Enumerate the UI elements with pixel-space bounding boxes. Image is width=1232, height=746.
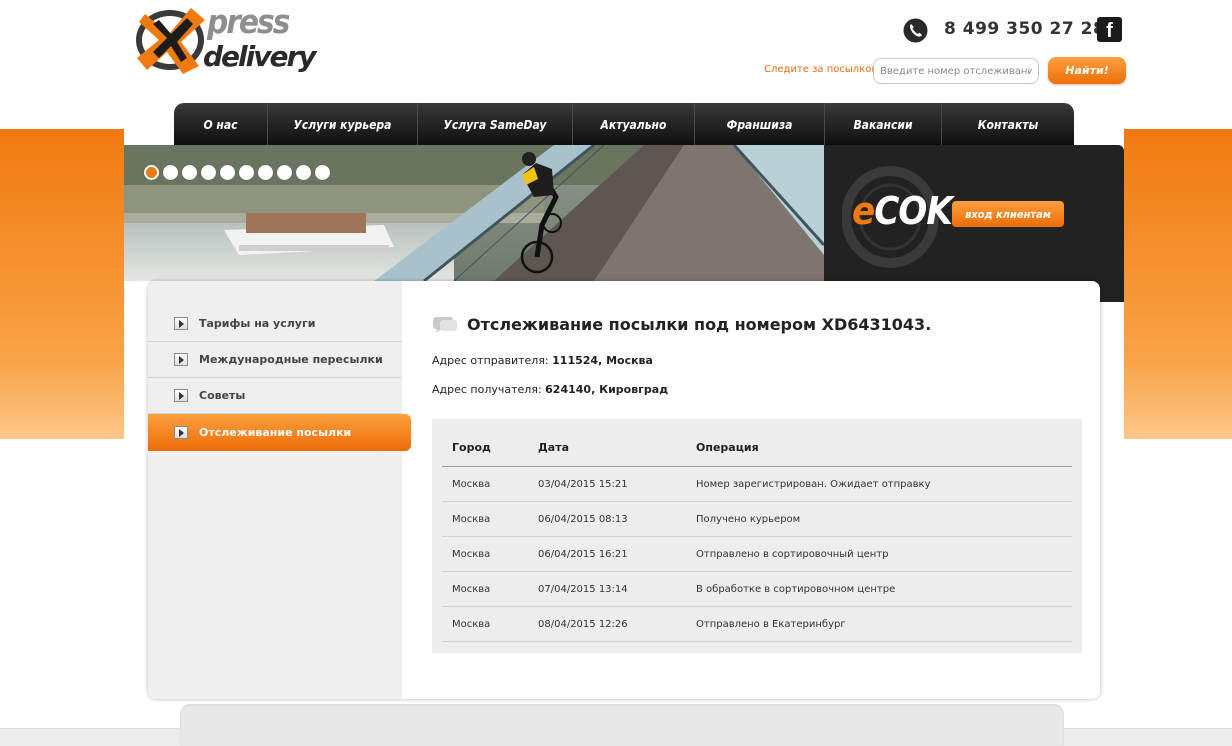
cell-operation: Отправлено в сортировочный центр xyxy=(696,548,889,560)
ecok-logo-rest: COK xyxy=(874,189,953,233)
slider-dot[interactable] xyxy=(277,165,292,180)
arrow-right-icon xyxy=(174,389,188,402)
table-header-row: Город Дата Операция xyxy=(442,429,1072,467)
slider-dot[interactable] xyxy=(201,165,216,180)
sidebar-item-international[interactable]: Международные пересылки xyxy=(148,342,402,378)
slider-dot[interactable] xyxy=(144,165,159,180)
arrow-right-icon xyxy=(174,426,188,439)
sidebar-item-label: Тарифы на услуги xyxy=(199,317,316,330)
main-nav: О нас Услуги курьера Услуга SameDay Акту… xyxy=(174,103,1074,145)
site-logo[interactable]: press delivery xyxy=(133,0,317,82)
arrow-right-icon xyxy=(174,353,188,366)
header-date: Дата xyxy=(538,441,570,454)
nav-item-vacancies[interactable]: Вакансии xyxy=(825,103,942,145)
slider-dot[interactable] xyxy=(258,165,273,180)
cell-city: Москва xyxy=(452,583,491,595)
nav-item-contacts[interactable]: Контакты xyxy=(942,103,1074,145)
cell-date: 03/04/2015 15:21 xyxy=(538,478,628,490)
recipient-address: Адрес получателя: 624140, Кировград xyxy=(432,383,668,396)
cell-city: Москва xyxy=(452,513,491,525)
ecok-panel: eCOK вход клиентам xyxy=(824,145,1124,302)
sender-value: 111524, Москва xyxy=(552,354,653,367)
slider-dot[interactable] xyxy=(182,165,197,180)
slider-dot[interactable] xyxy=(315,165,330,180)
cell-operation: Получено курьером xyxy=(696,513,801,525)
client-login-button[interactable]: вход клиентам xyxy=(952,201,1064,227)
table-row: Москва 06/04/2015 16:21 Отправлено в сор… xyxy=(442,537,1072,572)
arrow-right-icon xyxy=(174,317,188,330)
logo-word-press: press xyxy=(207,2,290,41)
orange-band-left xyxy=(0,129,124,439)
footer-tab xyxy=(180,704,1064,746)
speech-bubble-icon xyxy=(433,316,457,333)
orange-band-right xyxy=(1124,129,1232,439)
recipient-label: Адрес получателя: xyxy=(432,383,542,396)
phone-icon xyxy=(903,18,928,43)
ecok-logo: eCOK xyxy=(852,189,953,233)
sidebar-item-tariffs[interactable]: Тарифы на услуги xyxy=(148,306,402,342)
ecok-logo-e: e xyxy=(852,189,875,233)
sender-address: Адрес отправителя: 111524, Москва xyxy=(432,354,653,367)
page-title: Отслеживание посылки под номером XD64310… xyxy=(467,315,932,334)
cell-date: 06/04/2015 08:13 xyxy=(538,513,628,525)
sidebar-item-label: Советы xyxy=(199,389,246,402)
cell-city: Москва xyxy=(452,548,491,560)
phone-number: 8 499 350 27 28 xyxy=(944,19,1106,39)
sidebar-item-label: Отслеживание посылки xyxy=(199,426,352,439)
recipient-value: 624140, Кировград xyxy=(545,383,669,396)
track-label: Следите за посылкой! xyxy=(764,64,882,75)
nav-item-about[interactable]: О нас xyxy=(174,103,268,145)
logo-x-icon xyxy=(136,8,205,74)
table-row: Москва 06/04/2015 08:13 Получено курьеро… xyxy=(442,502,1072,537)
cell-date: 08/04/2015 12:26 xyxy=(538,618,628,630)
nav-item-franchise[interactable]: Франшиза xyxy=(695,103,825,145)
content-box: Тарифы на услуги Международные пересылки… xyxy=(148,281,1100,699)
find-button[interactable]: Найти! xyxy=(1048,57,1126,84)
nav-item-courier-services[interactable]: Услуги курьера xyxy=(268,103,418,145)
cell-operation: Номер зарегистрирован. Ожидает отправку xyxy=(696,478,931,490)
cell-date: 06/04/2015 16:21 xyxy=(538,548,628,560)
table-row: Москва 08/04/2015 12:26 Отправлено в Ека… xyxy=(442,607,1072,642)
table-row: Москва 03/04/2015 15:21 Номер зарегистри… xyxy=(442,467,1072,502)
cell-operation: В обработке в сортировочном центре xyxy=(696,583,896,595)
page-title-row: Отслеживание посылки под номером XD64310… xyxy=(432,315,931,334)
header-city: Город xyxy=(452,441,491,454)
cell-city: Москва xyxy=(452,478,491,490)
cell-operation: Отправлено в Екатеринбург xyxy=(696,618,846,630)
nav-item-news[interactable]: Актуально xyxy=(573,103,695,145)
facebook-icon[interactable]: f xyxy=(1097,17,1122,42)
logo-word-delivery: delivery xyxy=(203,40,317,73)
slider-dots xyxy=(144,165,330,180)
sidebar-item-tracking[interactable]: Отслеживание посылки xyxy=(148,414,411,451)
sidebar: Тарифы на услуги Международные пересылки… xyxy=(148,281,402,699)
nav-item-sameday[interactable]: Услуга SameDay xyxy=(418,103,573,145)
cell-date: 07/04/2015 13:14 xyxy=(538,583,628,595)
tracking-number-input[interactable] xyxy=(873,58,1039,84)
sender-label: Адрес отправителя: xyxy=(432,354,549,367)
cell-city: Москва xyxy=(452,618,491,630)
slider-dot[interactable] xyxy=(296,165,311,180)
slider-dot[interactable] xyxy=(239,165,254,180)
slider-dot[interactable] xyxy=(163,165,178,180)
tracking-table: Город Дата Операция Москва 03/04/2015 15… xyxy=(432,419,1082,653)
sidebar-item-label: Международные пересылки xyxy=(199,353,383,366)
header-operation: Операция xyxy=(696,441,759,454)
table-row: Москва 07/04/2015 13:14 В обработке в со… xyxy=(442,572,1072,607)
sidebar-item-tips[interactable]: Советы xyxy=(148,378,402,414)
slider-dot[interactable] xyxy=(220,165,235,180)
